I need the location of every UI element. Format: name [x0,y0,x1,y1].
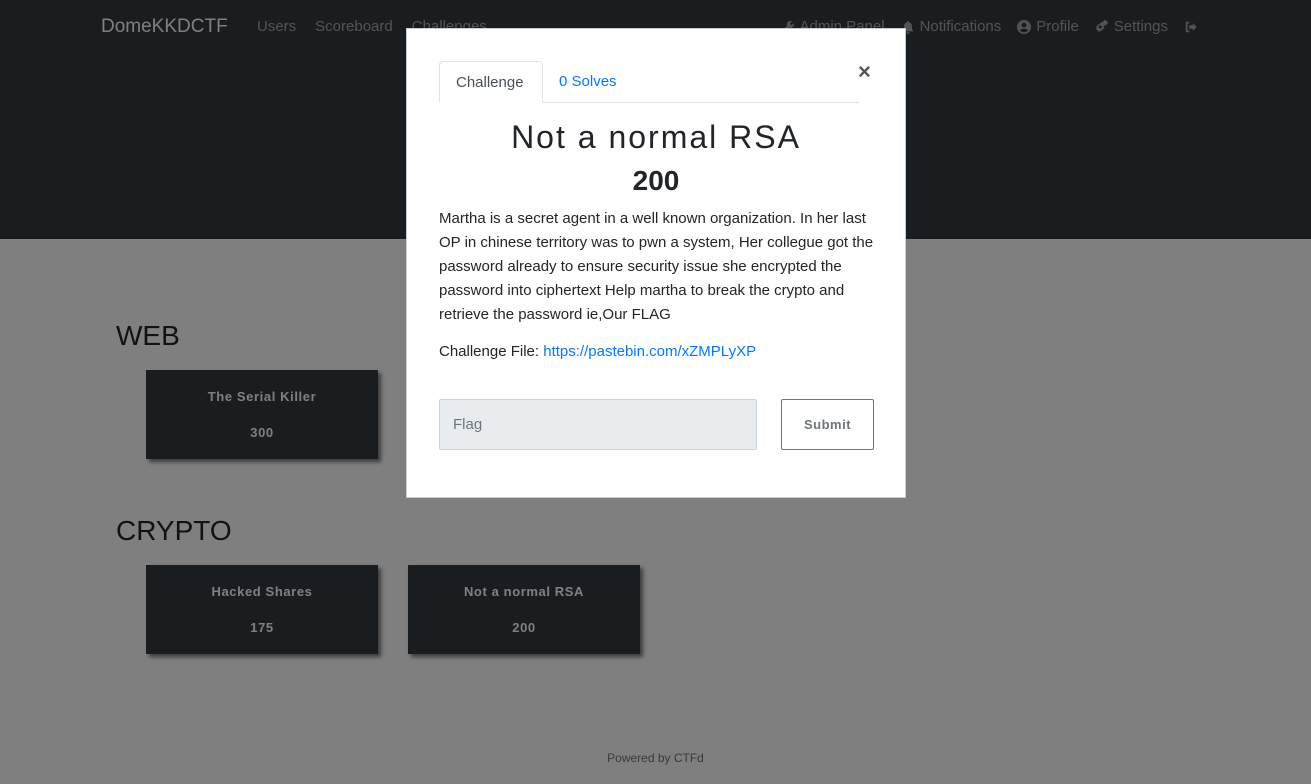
challenge-file-label: Challenge File: [439,343,540,360]
challenge-title: Not a normal RSA [511,119,801,155]
tab-challenge[interactable]: Challenge [439,61,543,103]
challenge-points: 200 [632,165,680,196]
challenge-file: Challenge File: https://pastebin.com/xZM… [439,343,756,360]
close-button[interactable]: × [858,61,871,83]
submit-button[interactable]: Submit [781,399,874,450]
flag-input[interactable] [439,399,757,450]
tab-solves[interactable]: 0 Solves [543,61,633,103]
challenge-description: Martha is a secret agent in a well known… [439,210,874,323]
challenge-modal: × Challenge 0 Solves Not a normal RSA 20… [406,28,906,498]
modal-tabs: Challenge 0 Solves [439,61,859,103]
challenge-file-link[interactable]: https://pastebin.com/xZMPLyXP [543,343,756,360]
